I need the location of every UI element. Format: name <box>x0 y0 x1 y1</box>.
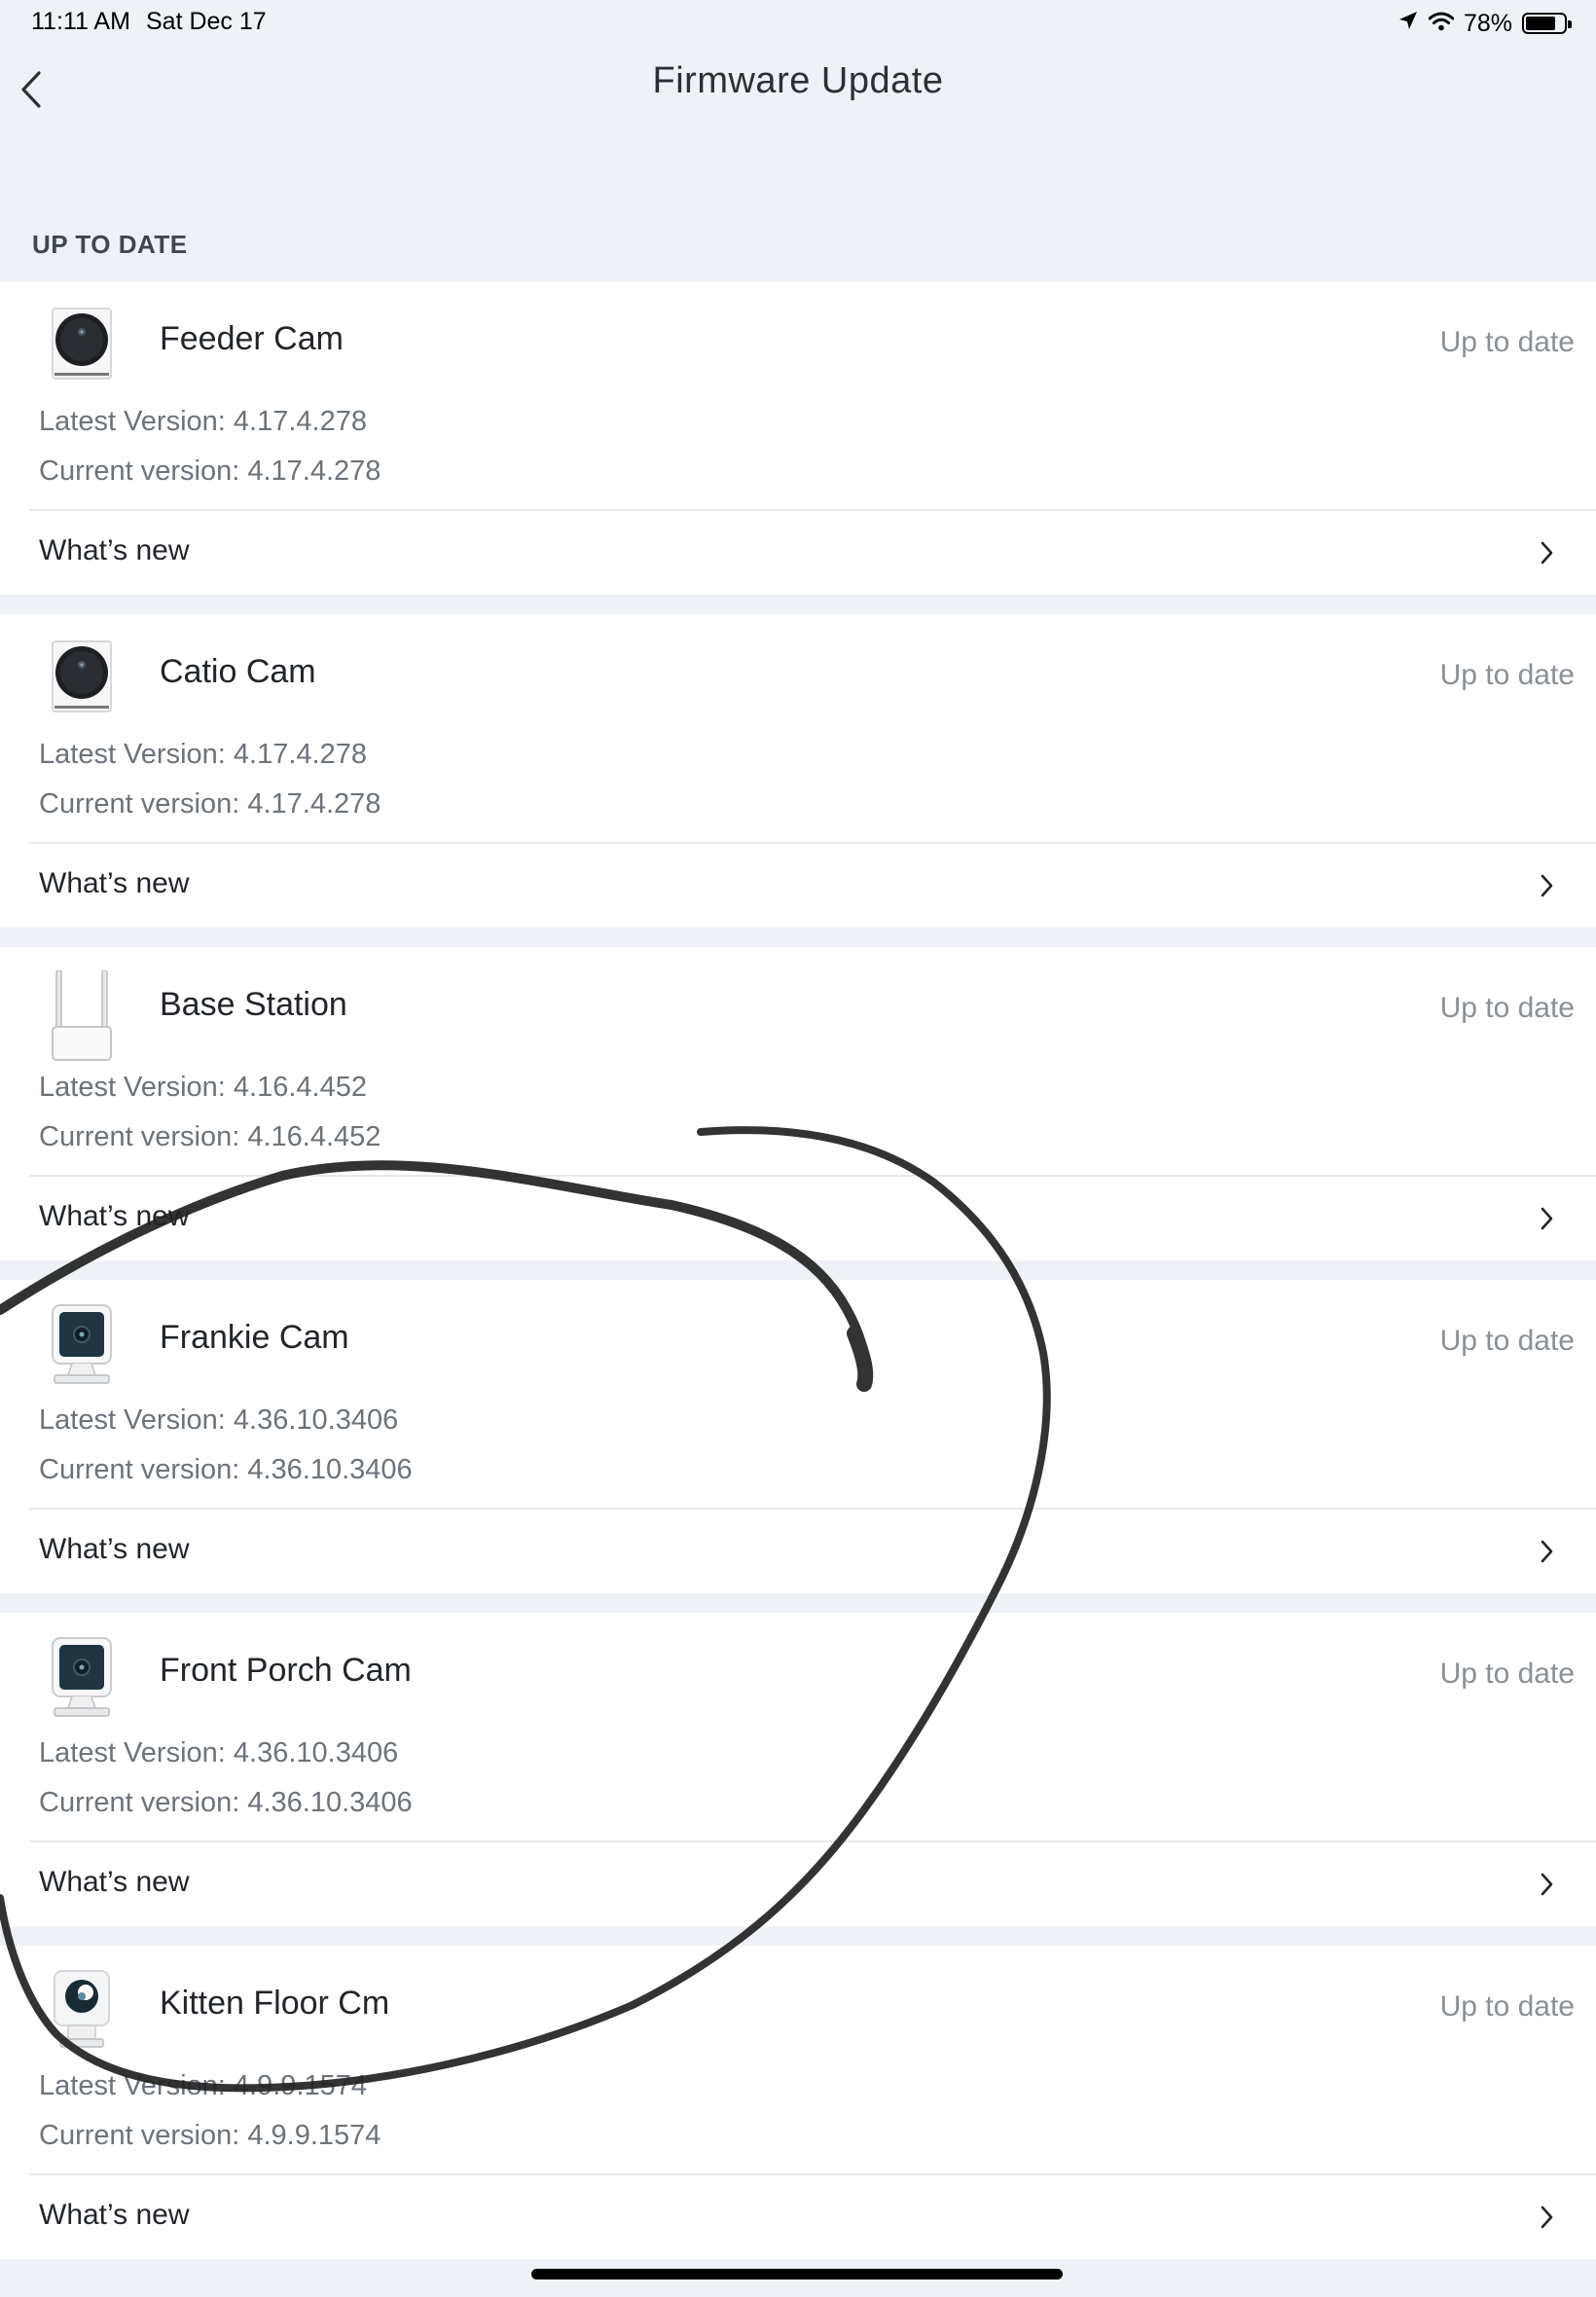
whats-new-row[interactable]: What’s new <box>0 511 1596 595</box>
latest-version: Latest Version: 4.36.10.3406 <box>39 1737 399 1768</box>
update-status: Up to date <box>1439 1325 1575 1357</box>
whats-new-label: What’s new <box>39 1866 190 1898</box>
outdoor-cam-icon <box>47 305 117 383</box>
home-indicator[interactable] <box>531 2269 1063 2279</box>
mini-cam-icon <box>47 1969 117 2048</box>
chevron-right-icon <box>1541 874 1553 897</box>
device-name: Feeder Cam <box>160 320 344 357</box>
location-arrow-icon <box>1397 10 1419 38</box>
update-status: Up to date <box>1439 326 1575 358</box>
battery-percent: 78% <box>1463 9 1512 37</box>
device-name: Front Porch Cam <box>160 1652 412 1689</box>
chevron-right-icon <box>1541 1873 1553 1896</box>
update-status: Up to date <box>1439 992 1575 1024</box>
page-title: Firmware Update <box>652 60 944 101</box>
latest-version: Latest Version: 4.9.9.1574 <box>39 2070 367 2101</box>
update-status: Up to date <box>1439 1990 1575 2023</box>
status-date: Sat Dec 17 <box>146 8 267 35</box>
status-indicators: 78% <box>1397 8 1572 39</box>
status-time: 11:11 AM <box>31 8 130 35</box>
current-version: Current version: 4.36.10.3406 <box>39 1454 413 1485</box>
chevron-right-icon <box>1541 1540 1553 1563</box>
device-name: Base Station <box>160 986 347 1023</box>
whats-new-row[interactable]: What’s new <box>0 2175 1596 2259</box>
base-station-icon <box>47 969 117 1061</box>
latest-version: Latest Version: 4.17.4.278 <box>39 406 367 437</box>
device-card: Front Porch Cam Up to date Latest Versio… <box>0 1613 1596 1926</box>
device-card: Catio Cam Up to date Latest Version: 4.1… <box>0 614 1596 928</box>
device-card: Base Station Up to date Latest Version: … <box>0 947 1596 1260</box>
device-card: Kitten Floor Cm Up to date Latest Versio… <box>0 1946 1596 2259</box>
current-version: Current version: 4.36.10.3406 <box>39 1787 413 1818</box>
wifi-icon <box>1428 10 1455 38</box>
device-name: Kitten Floor Cm <box>160 1985 390 2022</box>
chevron-right-icon <box>1541 2206 1553 2229</box>
chevron-right-icon <box>1541 1207 1553 1230</box>
whats-new-label: What’s new <box>39 1533 190 1565</box>
chevron-right-icon <box>1541 541 1553 565</box>
current-version: Current version: 4.9.9.1574 <box>39 2120 381 2151</box>
device-card: Frankie Cam Up to date Latest Version: 4… <box>0 1280 1596 1593</box>
section-header: UP TO DATE <box>32 230 188 259</box>
firmware-update-screen: 11:11 AM Sat Dec 17 78% Firmware Update <box>0 0 1596 2297</box>
current-version: Current version: 4.16.4.452 <box>39 1121 381 1152</box>
battery-icon <box>1522 13 1572 34</box>
whats-new-row[interactable]: What’s new <box>0 844 1596 928</box>
status-bar: 11:11 AM Sat Dec 17 78% <box>0 0 1596 49</box>
whats-new-label: What’s new <box>39 2199 190 2231</box>
cube-cam-icon <box>47 1303 117 1384</box>
whats-new-label: What’s new <box>39 867 190 899</box>
whats-new-row[interactable]: What’s new <box>0 1842 1596 1926</box>
outdoor-cam-icon <box>47 638 117 715</box>
current-version: Current version: 4.17.4.278 <box>39 456 381 487</box>
current-version: Current version: 4.17.4.278 <box>39 788 381 820</box>
update-status: Up to date <box>1439 659 1575 691</box>
device-name: Frankie Cam <box>160 1319 349 1356</box>
whats-new-label: What’s new <box>39 1200 190 1232</box>
cube-cam-icon <box>47 1636 117 1717</box>
update-status: Up to date <box>1439 1658 1575 1690</box>
latest-version: Latest Version: 4.36.10.3406 <box>39 1404 399 1436</box>
whats-new-label: What’s new <box>39 534 190 566</box>
device-list: Feeder Cam Up to date Latest Version: 4.… <box>0 281 1596 2279</box>
whats-new-row[interactable]: What’s new <box>0 1510 1596 1593</box>
device-name: Catio Cam <box>160 653 316 690</box>
latest-version: Latest Version: 4.17.4.278 <box>39 739 367 770</box>
whats-new-row[interactable]: What’s new <box>0 1177 1596 1260</box>
device-card: Feeder Cam Up to date Latest Version: 4.… <box>0 281 1596 595</box>
latest-version: Latest Version: 4.16.4.452 <box>39 1072 367 1103</box>
